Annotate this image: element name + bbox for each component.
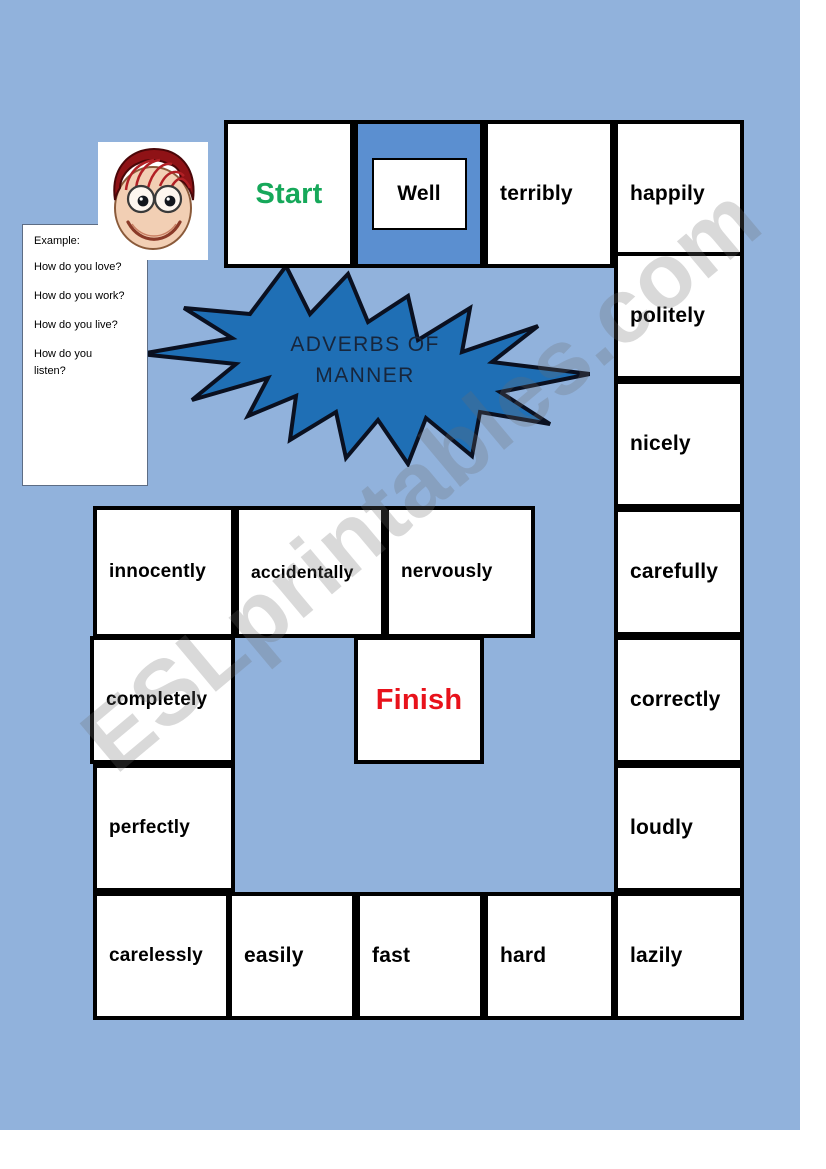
- board-cell-terribly[interactable]: terribly: [484, 120, 614, 268]
- board-cell-nervously[interactable]: nervously: [385, 506, 535, 638]
- worksheet-canvas: ADVERBS OF MANNER Start Well terribly ha…: [0, 0, 800, 1130]
- board-cell-label: hard: [500, 944, 547, 967]
- board-cell-accidentally[interactable]: accidentally: [235, 506, 385, 638]
- board-cell-politely[interactable]: politely: [614, 252, 744, 380]
- board-cell-carefully[interactable]: carefully: [614, 508, 744, 636]
- board-cell-label: perfectly: [109, 817, 191, 838]
- eye-right: [164, 195, 176, 207]
- board-cell-completely[interactable]: completely: [90, 636, 235, 764]
- board-cell-innocently[interactable]: innocently: [93, 506, 235, 638]
- well-inner-box: Well: [371, 158, 467, 230]
- example-question: How do you live?: [34, 319, 118, 331]
- board-cell-label: completely: [106, 689, 208, 710]
- board-cell-label: lazily: [630, 944, 683, 967]
- board-cell-label: Finish: [375, 683, 463, 716]
- board-cell-finish[interactable]: Finish: [354, 636, 484, 764]
- board-cell-label: Start: [255, 177, 323, 210]
- example-question: How do you love?: [34, 261, 122, 273]
- board-cell-label: carefully: [630, 560, 719, 583]
- board-cell-label: politely: [630, 304, 706, 327]
- board-cell-lazily[interactable]: lazily: [614, 892, 744, 1020]
- adverbs-of-manner-starburst: ADVERBS OF MANNER: [140, 252, 590, 467]
- board-cell-label: carelessly: [109, 945, 203, 966]
- board-cell-hard[interactable]: hard: [484, 892, 615, 1020]
- board-cell-loudly[interactable]: loudly: [614, 764, 744, 892]
- board-cell-label: fast: [372, 944, 411, 967]
- board-cell-perfectly[interactable]: perfectly: [93, 764, 235, 892]
- board-cell-label: nicely: [630, 432, 691, 455]
- worksheet-page: ADVERBS OF MANNER Start Well terribly ha…: [0, 0, 826, 1169]
- board-cell-label: accidentally: [251, 561, 354, 582]
- board-cell-label: terribly: [500, 182, 573, 205]
- board-cell-nicely[interactable]: nicely: [614, 380, 744, 508]
- board-cell-label: easily: [244, 944, 304, 967]
- board-cell-label: Well: [397, 182, 441, 205]
- board-cell-start[interactable]: Start: [224, 120, 354, 268]
- board-cell-well[interactable]: Well: [354, 120, 484, 268]
- board-cell-label: nervously: [401, 561, 493, 582]
- boy-with-glasses-face-image: [98, 142, 208, 260]
- board-cell-correctly[interactable]: correctly: [614, 636, 744, 764]
- example-question: How do you listen?: [34, 348, 93, 377]
- board-cell-label: loudly: [630, 816, 694, 839]
- starburst-shape: [140, 262, 590, 467]
- board-cell-easily[interactable]: easily: [228, 892, 356, 1020]
- board-cell-carelessly[interactable]: carelessly: [93, 892, 230, 1020]
- board-cell-label: innocently: [109, 561, 207, 582]
- board-cell-fast[interactable]: fast: [356, 892, 484, 1020]
- board-cell-label: happily: [630, 182, 705, 205]
- example-box: Example: How do you love? How do you wor…: [22, 224, 148, 486]
- board-cell-label: correctly: [630, 688, 721, 711]
- board-cell-happily[interactable]: happily: [614, 120, 744, 268]
- eye-left: [137, 195, 149, 207]
- example-question: How do you work?: [34, 290, 125, 302]
